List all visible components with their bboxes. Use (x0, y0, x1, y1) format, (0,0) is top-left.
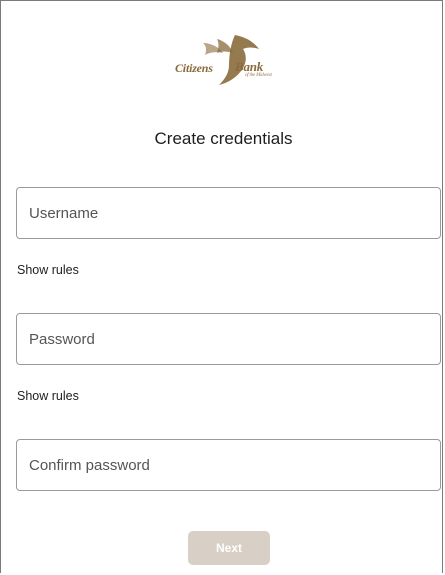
username-field[interactable] (16, 187, 441, 239)
confirm-password-field[interactable] (16, 439, 441, 491)
logo-word-citizens: Citizens (175, 61, 213, 75)
confirm-password-input[interactable] (17, 440, 440, 490)
password-field[interactable] (16, 313, 441, 365)
bank-logo: Citizens Bank of the Midwest (173, 29, 285, 101)
password-show-rules-link[interactable]: Show rules (17, 389, 79, 403)
next-button[interactable]: Next (188, 531, 270, 565)
page-title: Create credentials (154, 129, 293, 148)
credentials-panel: Citizens Bank of the Midwest Create cred… (0, 0, 443, 573)
logo-tagline: of the Midwest (245, 73, 272, 78)
username-input[interactable] (17, 188, 440, 238)
username-show-rules-link[interactable]: Show rules (17, 263, 79, 277)
password-input[interactable] (17, 314, 440, 364)
logo-wordmark: Citizens Bank of the Midwest (173, 57, 285, 81)
